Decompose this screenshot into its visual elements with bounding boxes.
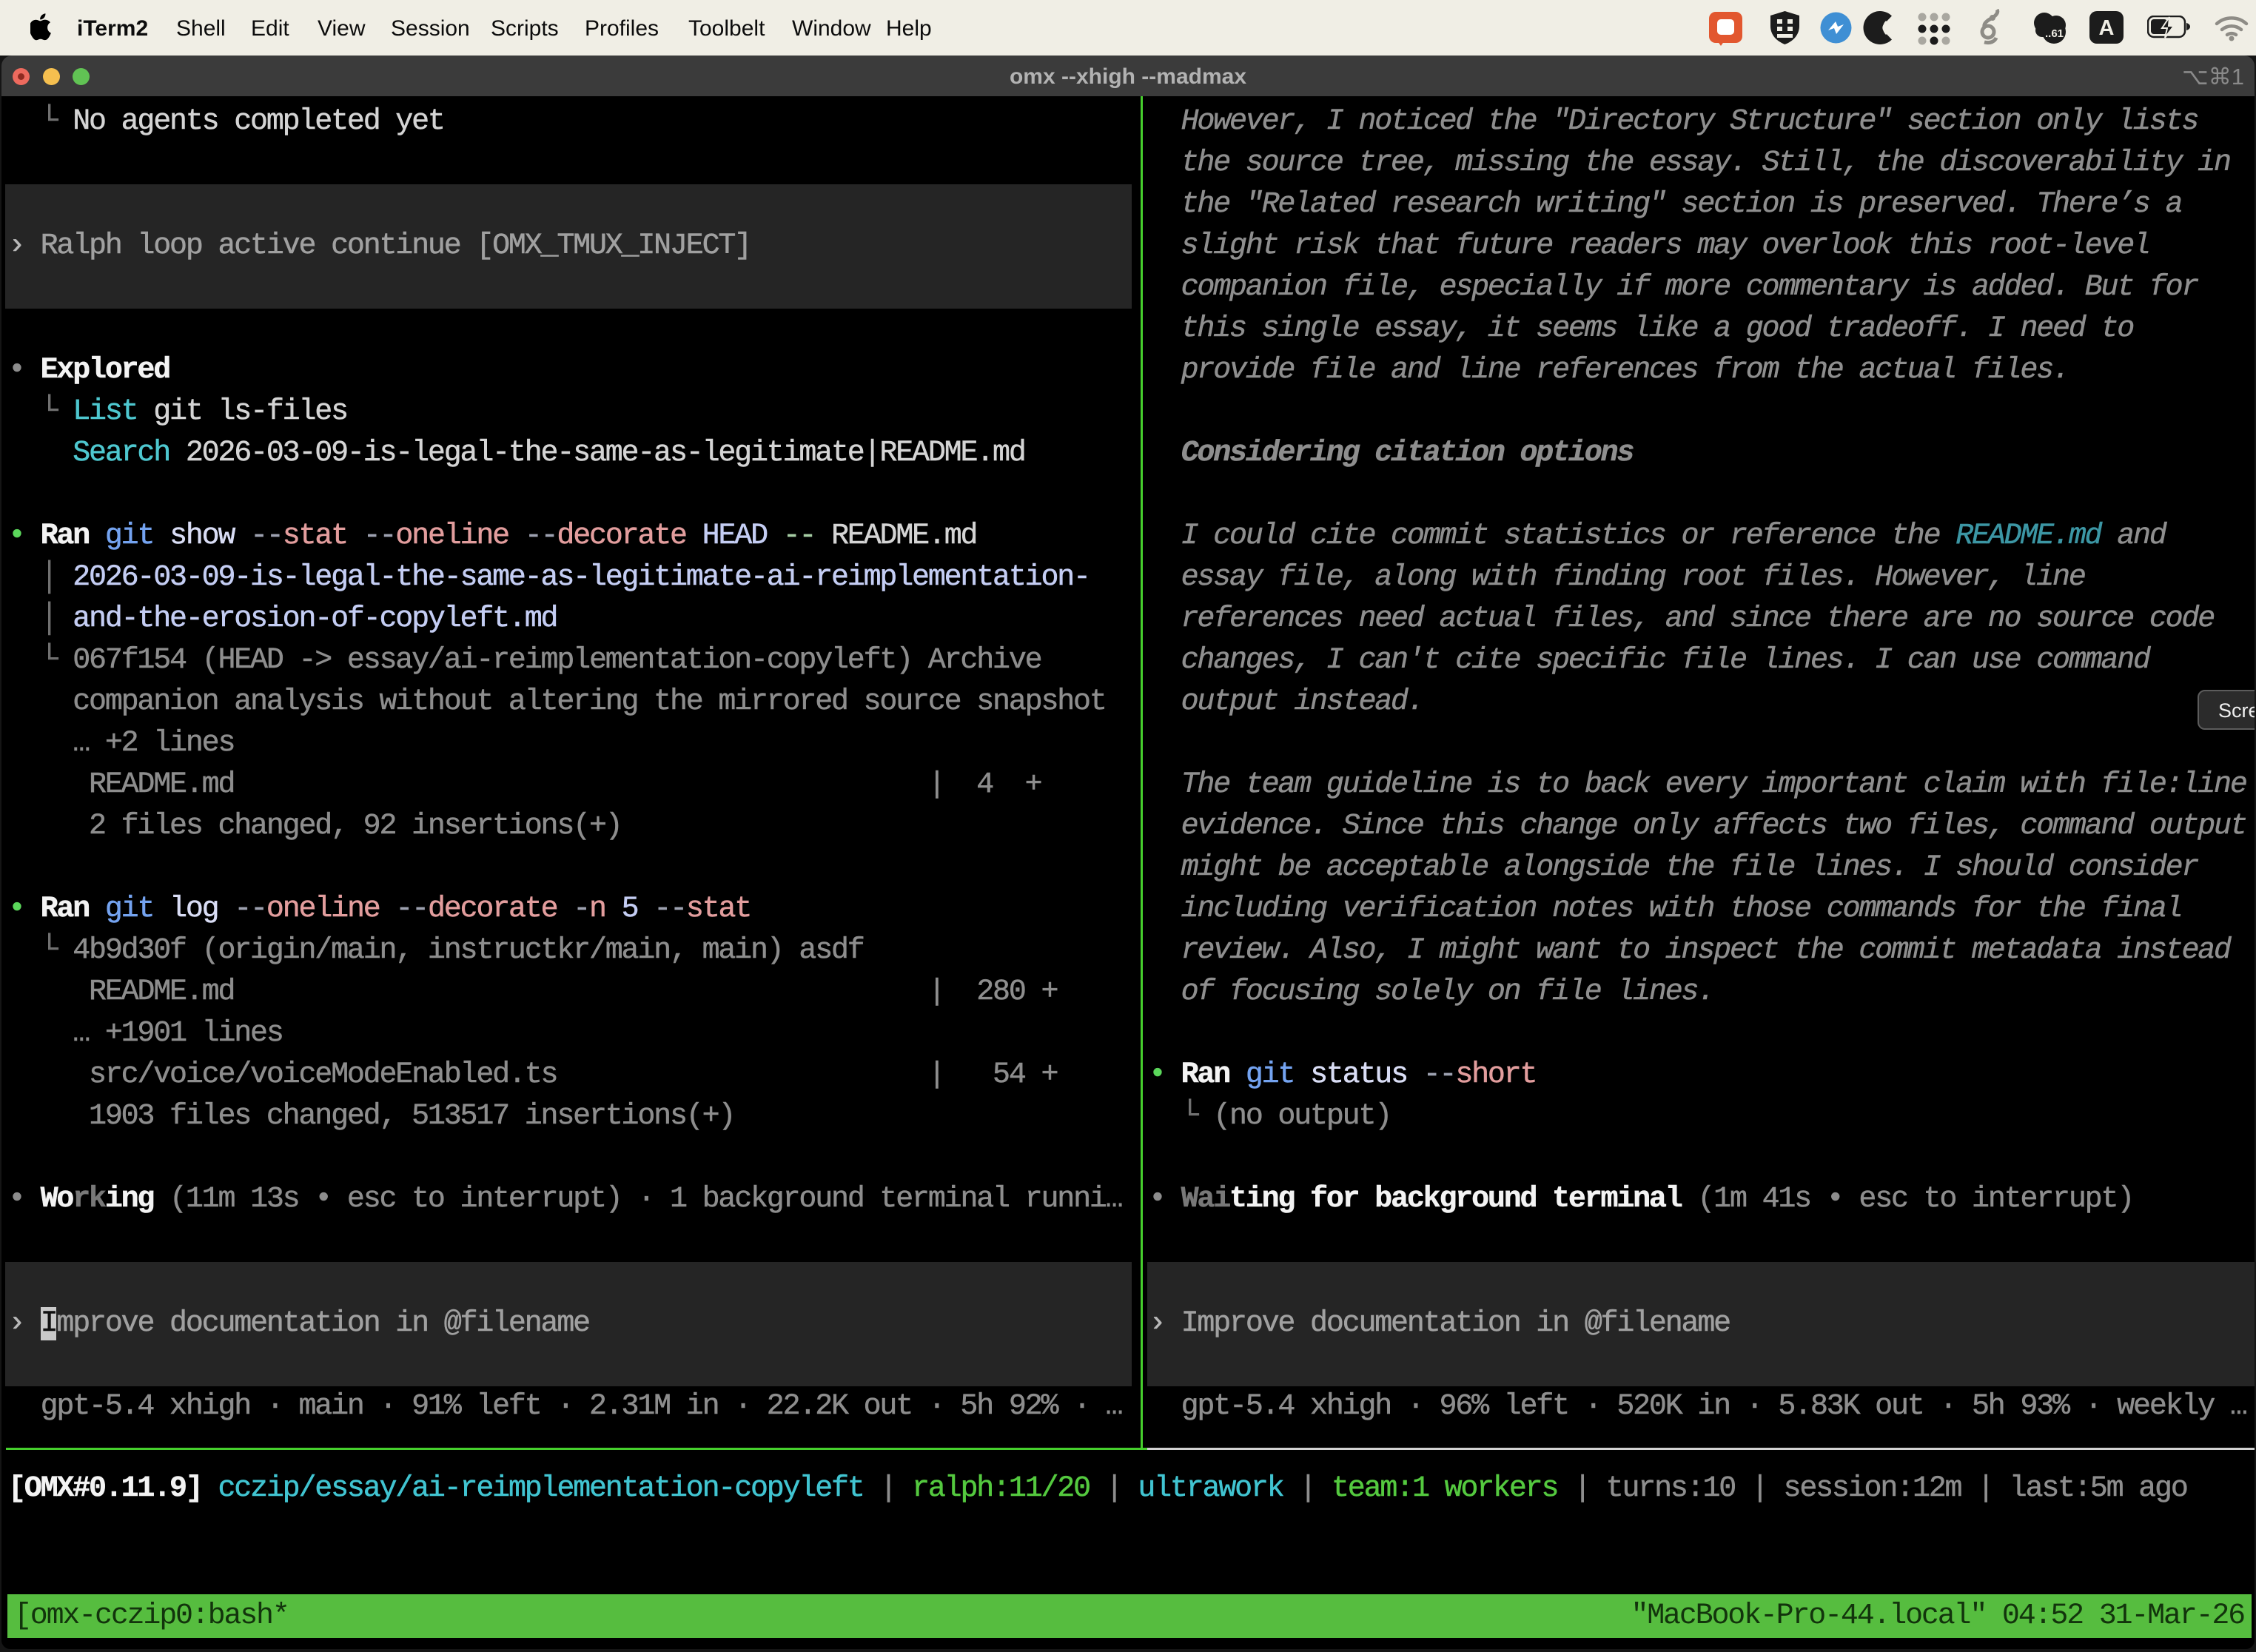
svg-text:..61: ..61 (2045, 27, 2064, 40)
